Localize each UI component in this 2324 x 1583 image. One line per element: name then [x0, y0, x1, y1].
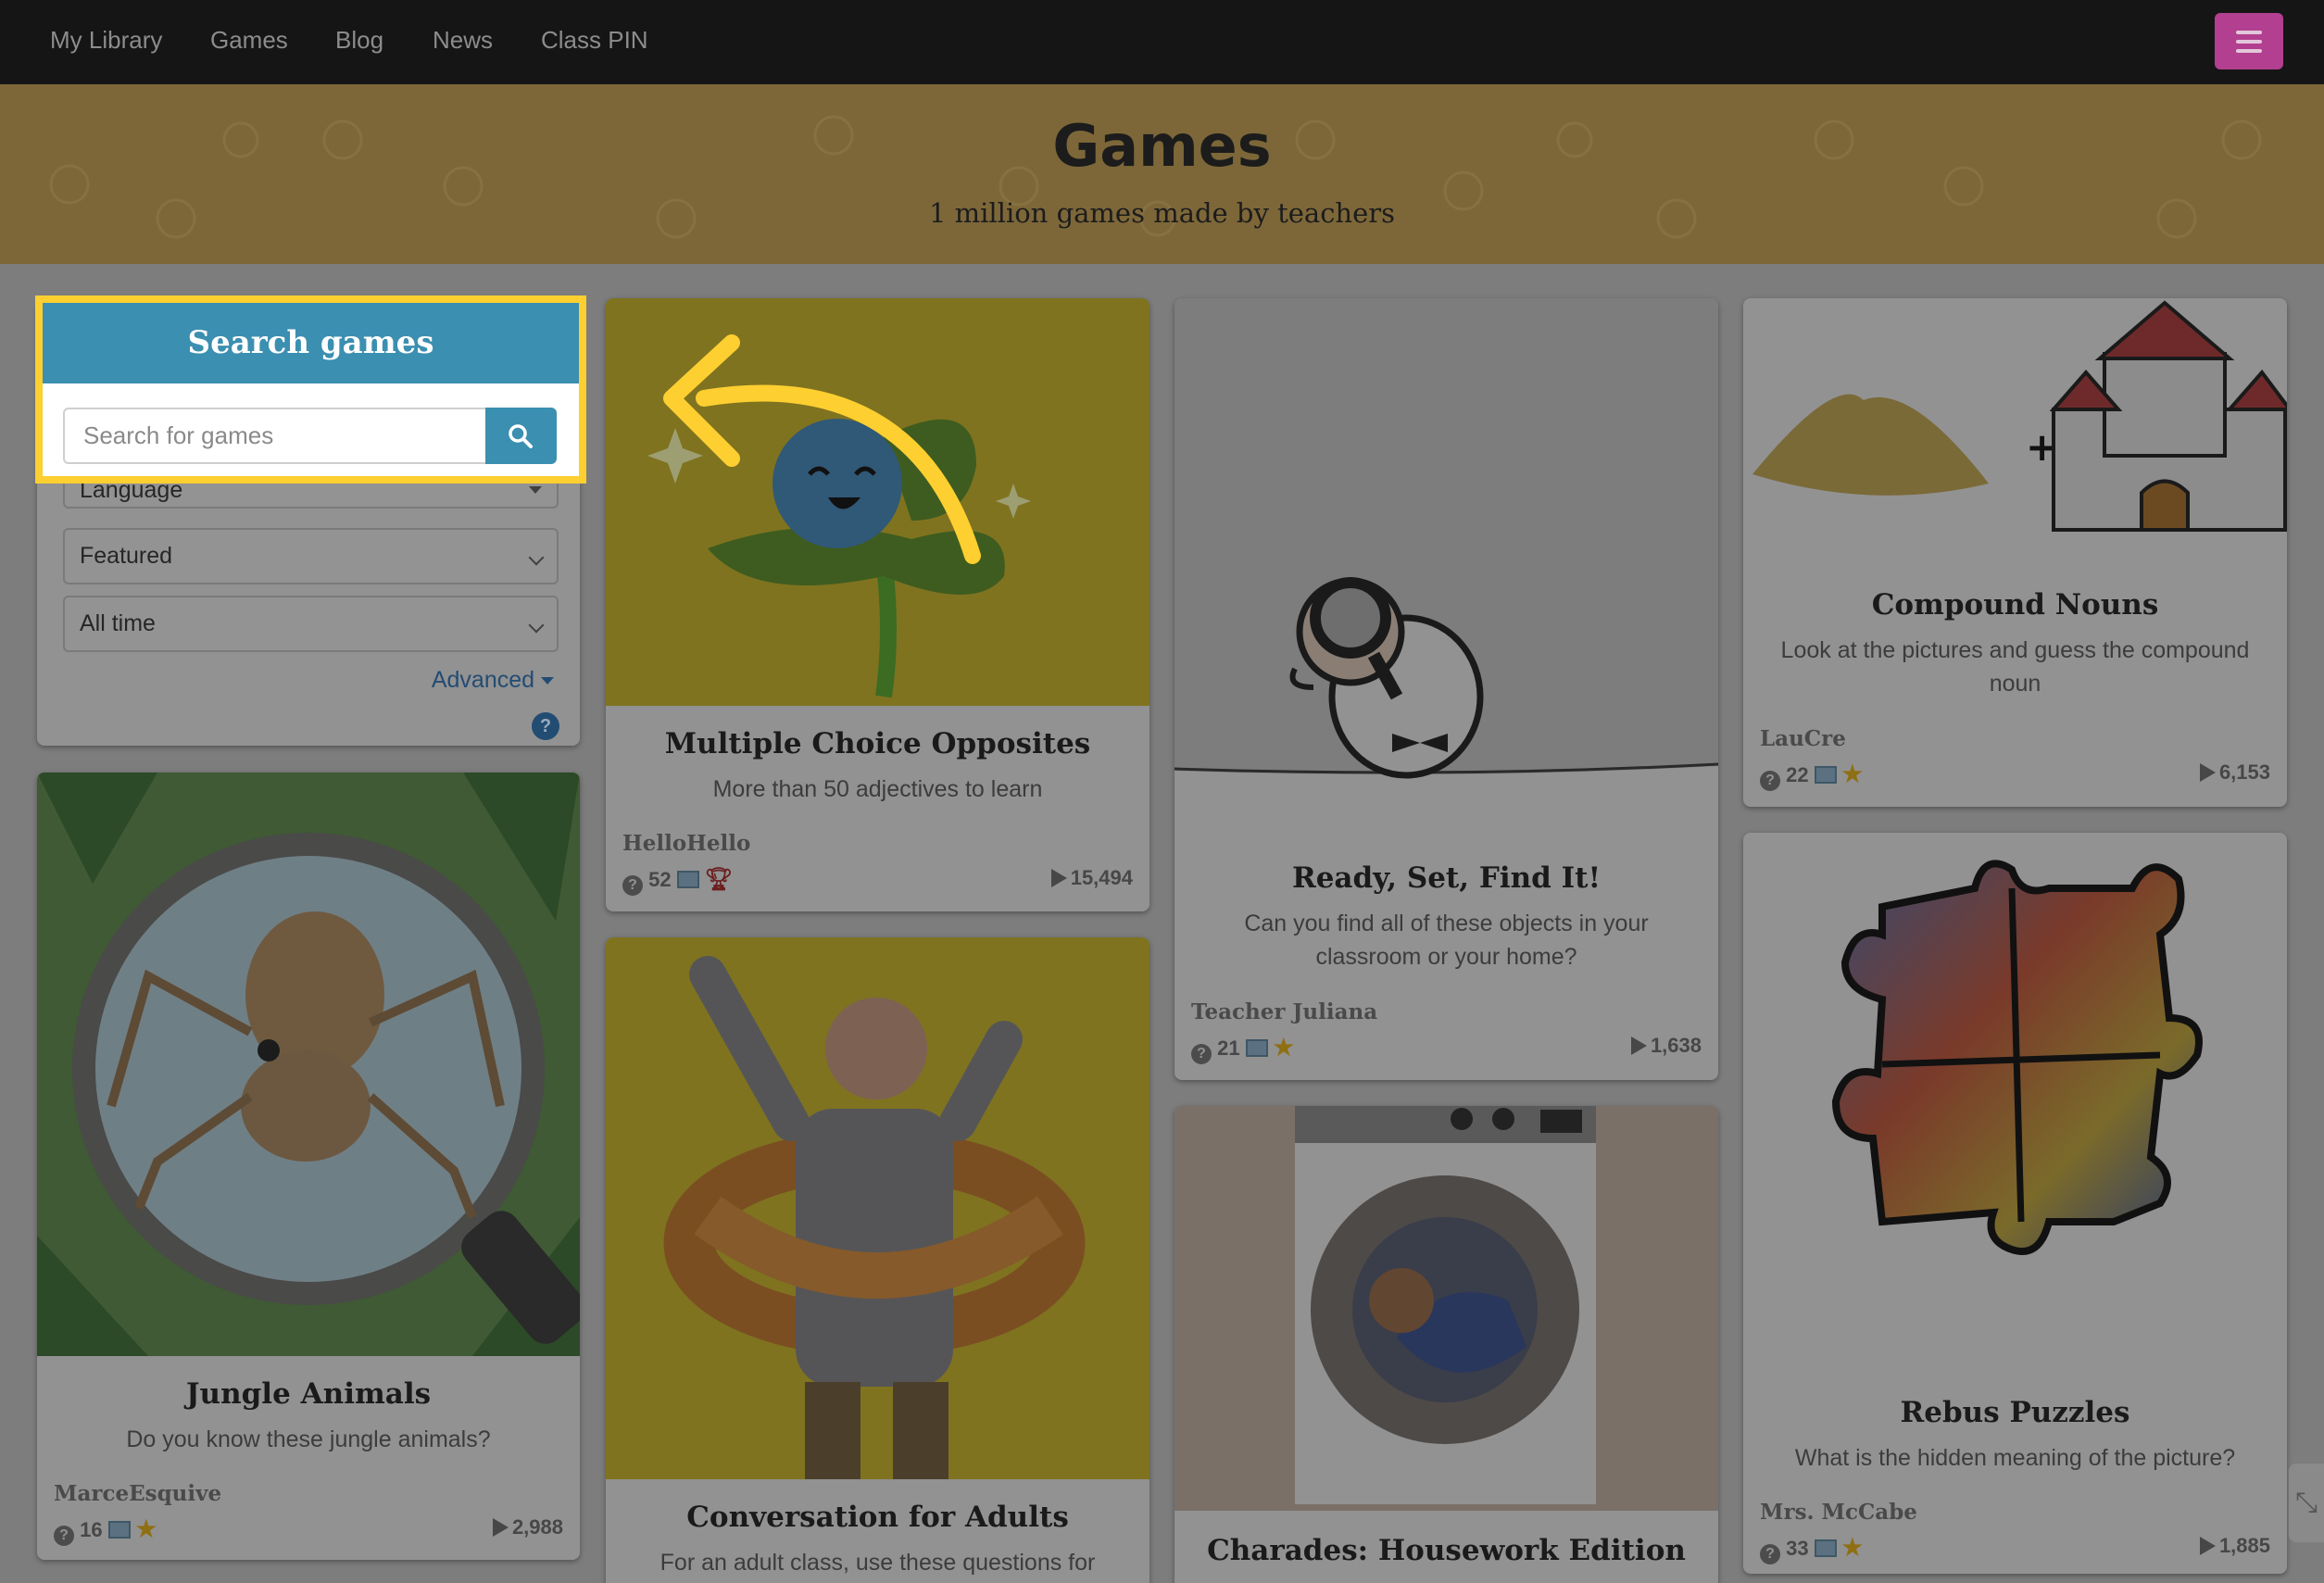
nav-blog[interactable]: Blog — [335, 26, 383, 55]
card-description: Do you know these jungle animals? — [126, 1426, 491, 1452]
nav-news[interactable]: News — [433, 26, 493, 55]
question-icon: ? — [1760, 771, 1780, 791]
play-count: 6,153 — [2218, 760, 2270, 784]
game-card-jungle-animals[interactable]: Jungle Animals Do you know these jungle … — [37, 773, 580, 1560]
star-icon: ★ — [1273, 1035, 1295, 1061]
card-image: + — [1743, 298, 2287, 576]
question-count: 22 — [1786, 763, 1809, 786]
caret-down-icon — [541, 677, 554, 685]
question-icon: ? — [54, 1526, 74, 1546]
game-card-ready-set-find-it[interactable]: Ready, Set, Find It! Can you find all of… — [1175, 298, 1718, 1080]
card-description: Look at the pictures and guess the compo… — [1780, 637, 2250, 697]
card-image — [606, 298, 1149, 706]
game-card-conversation-for-adults[interactable]: Conversation for Adults For an adult cla… — [606, 937, 1149, 1583]
question-icon: ? — [1191, 1044, 1212, 1064]
page-title: Games — [1052, 112, 1272, 180]
card-title: Ready, Set, Find It! — [1291, 861, 1602, 895]
card-author: Teacher Juliana — [1191, 999, 1378, 1024]
card-image — [1175, 1106, 1718, 1511]
image-icon — [676, 871, 699, 888]
time-value: All time — [80, 610, 156, 636]
caret-down-icon — [529, 486, 542, 494]
nav-my-library[interactable]: My Library — [50, 26, 162, 55]
card-author: Mrs. McCabe — [1760, 1500, 1917, 1525]
game-card-compound-nouns[interactable]: + Compound Nouns Look at the pictures an… — [1743, 298, 2287, 807]
play-icon — [2199, 1537, 2216, 1555]
card-image — [1743, 833, 2287, 1333]
nav-class-pin[interactable]: Class PIN — [541, 26, 648, 55]
game-card-rebus-puzzles[interactable]: Rebus Puzzles What is the hidden meaning… — [1743, 833, 2287, 1574]
star-icon: ★ — [135, 1516, 157, 1542]
play-icon — [1630, 1036, 1647, 1055]
question-icon: ? — [1760, 1544, 1780, 1564]
card-description: For an adult class, use these questions … — [660, 1550, 1096, 1576]
search-button[interactable] — [485, 408, 557, 464]
card-author: LauCre — [1760, 726, 1846, 751]
image-icon — [1814, 1539, 1837, 1557]
card-author: HelloHello — [622, 831, 751, 856]
search-input[interactable] — [63, 408, 487, 464]
card-image — [37, 773, 580, 1356]
search-panel-title: Search games — [43, 303, 579, 383]
card-author: MarceEsquive — [54, 1481, 222, 1506]
scroll-handle[interactable]: ⤡ — [2289, 1464, 2324, 1542]
card-stats: ? 22 ★ — [1760, 760, 1863, 791]
card-stats: ? 33 ★ — [1760, 1534, 1863, 1564]
question-count: 16 — [80, 1518, 103, 1541]
card-title: Charades: Housework Edition — [1207, 1534, 1686, 1567]
card-title: Compound Nouns — [1871, 588, 2159, 622]
image-icon — [1245, 1039, 1268, 1057]
card-plays: 6,153 — [2199, 760, 2270, 785]
card-plays: 1,885 — [2199, 1534, 2270, 1558]
question-count: 52 — [648, 868, 672, 891]
search-icon — [509, 424, 533, 448]
card-image — [1175, 298, 1718, 780]
question-circle-icon[interactable]: ? — [532, 712, 559, 740]
chevron-down-icon — [528, 549, 545, 566]
game-card-charades-housework[interactable]: Charades: Housework Edition — [1175, 1106, 1718, 1583]
play-count: 1,638 — [1650, 1034, 1702, 1057]
star-icon: ★ — [1841, 1535, 1864, 1561]
question-count: 21 — [1217, 1036, 1240, 1060]
search-box-highlight: Search games — [35, 295, 586, 484]
card-stats: ? 52 🏆︎ — [622, 866, 733, 896]
play-count: 15,494 — [1070, 866, 1133, 889]
card-stats: ? 21 ★ — [1191, 1034, 1294, 1064]
play-icon — [492, 1518, 509, 1537]
image-icon — [1814, 766, 1837, 784]
chevron-down-icon — [528, 617, 545, 634]
sort-select[interactable]: Featured — [63, 528, 559, 584]
card-image — [606, 937, 1149, 1479]
card-description: More than 50 adjectives to learn — [712, 776, 1043, 802]
card-stats: ? 16 ★ — [54, 1515, 157, 1546]
card-title: Conversation for Adults — [686, 1501, 1069, 1534]
card-title: Jungle Animals — [185, 1377, 432, 1411]
play-icon — [1050, 869, 1067, 887]
card-title: Rebus Puzzles — [1900, 1396, 2130, 1429]
card-description: Can you find all of these objects in you… — [1244, 911, 1649, 970]
time-select[interactable]: All time — [63, 596, 559, 652]
card-description: What is the hidden meaning of the pictur… — [1794, 1445, 2236, 1471]
question-icon: ? — [622, 875, 643, 896]
hero-banner: Games 1 million games made by teachers — [0, 84, 2324, 264]
game-card-multiple-choice-opposites[interactable]: Multiple Choice Opposites More than 50 a… — [606, 298, 1149, 911]
top-navbar: My Library Games Blog News Class PIN — [0, 0, 2324, 84]
star-icon: ★ — [1841, 761, 1864, 787]
card-plays: 15,494 — [1050, 866, 1133, 890]
card-plays: 2,988 — [492, 1515, 563, 1539]
page-subtitle: 1 million games made by teachers — [928, 197, 1396, 229]
image-icon — [107, 1521, 131, 1539]
card-plays: 1,638 — [1630, 1034, 1702, 1058]
sort-value: Featured — [80, 543, 173, 569]
play-count: 1,885 — [2218, 1534, 2270, 1557]
play-icon — [2199, 763, 2216, 782]
advanced-link[interactable]: Advanced — [432, 667, 554, 694]
play-count: 2,988 — [511, 1515, 563, 1539]
menu-button[interactable] — [2215, 13, 2283, 69]
nav-games[interactable]: Games — [210, 26, 288, 55]
trophy-icon: 🏆︎ — [704, 867, 734, 892]
question-count: 33 — [1786, 1537, 1809, 1560]
card-title: Multiple Choice Opposites — [664, 727, 1091, 760]
advanced-label: Advanced — [431, 667, 535, 693]
